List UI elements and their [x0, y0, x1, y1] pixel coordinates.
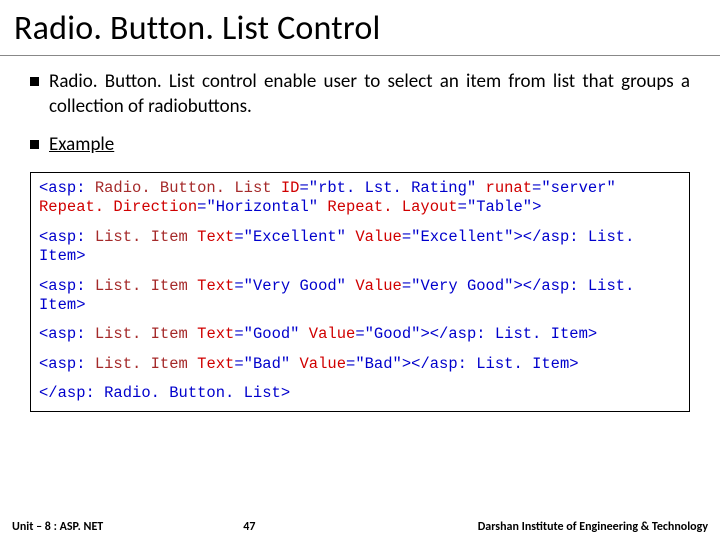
code-token: Text [197, 228, 234, 246]
bullet-square-icon [30, 77, 39, 86]
code-token: Value [355, 277, 402, 295]
code-token: Text [197, 325, 234, 343]
code-token: "Very Good" [411, 277, 513, 295]
code-token: List. Item [86, 325, 198, 343]
code-token: = [355, 325, 364, 343]
slide-footer: Unit – 8 : ASP. NET 47 Darshan Institute… [0, 514, 720, 540]
slide-body: Radio. Button. List control enable user … [0, 56, 720, 412]
code-token: List. Item [86, 355, 198, 373]
code-token: <asp: [39, 277, 86, 295]
footer-institute: Darshan Institute of Engineering & Techn… [478, 520, 708, 534]
footer-unit: Unit – 8 : ASP. NET [12, 520, 103, 534]
code-token: = [234, 355, 243, 373]
code-token: <asp: [39, 179, 86, 197]
code-token: "Bad" [355, 355, 402, 373]
code-token: <asp: [39, 355, 86, 373]
footer-unit-subject: ASP. NET [60, 520, 104, 534]
code-token: = [402, 228, 411, 246]
code-token: = [234, 277, 243, 295]
bullet-text-example: Example [49, 133, 114, 158]
code-token: "Very Good" [244, 277, 346, 295]
code-token: <asp: [39, 228, 86, 246]
code-token: ID [281, 179, 300, 197]
code-line-item: <asp: List. Item Text="Bad" Value="Bad">… [39, 355, 681, 374]
code-token: Text [197, 277, 234, 295]
code-token: "Horizontal" [206, 198, 318, 216]
footer-unit-prefix: Unit – 8 : [12, 520, 60, 534]
code-token: "rbt. Lst. Rating" [309, 179, 476, 197]
code-token: = [234, 228, 243, 246]
code-token: = [346, 355, 355, 373]
code-token: = [234, 325, 243, 343]
code-token: = [299, 179, 308, 197]
code-token: List. Item [86, 277, 198, 295]
slide-title: Radio. Button. List Control [0, 0, 720, 56]
code-line-close: </asp: Radio. Button. List> [39, 384, 681, 403]
code-token: Value [355, 228, 402, 246]
bullet-item: Radio. Button. List control enable user … [30, 70, 690, 119]
code-example-box: <asp: Radio. Button. List ID="rbt. Lst. … [30, 172, 690, 412]
code-token: > [532, 198, 541, 216]
code-line-open: <asp: Radio. Button. List ID="rbt. Lst. … [39, 179, 681, 218]
code-token: Value [309, 325, 356, 343]
code-token: Repeat. Direction [39, 198, 197, 216]
code-token: Value [300, 355, 347, 373]
code-token: Text [197, 355, 234, 373]
bullet-text: Radio. Button. List control enable user … [49, 70, 690, 119]
code-token: = [402, 277, 411, 295]
code-token: "Table" [467, 198, 532, 216]
code-token: = [532, 179, 541, 197]
footer-page-number: 47 [243, 520, 255, 534]
code-token: "server" [541, 179, 615, 197]
code-token: <asp: [39, 325, 86, 343]
code-line-item: <asp: List. Item Text="Good" Value="Good… [39, 325, 681, 344]
code-line-item: <asp: List. Item Text="Excellent" Value=… [39, 228, 681, 267]
code-token: ></asp: List. Item> [420, 325, 597, 343]
code-token: "Excellent" [411, 228, 513, 246]
bullet-item: Example [30, 133, 690, 158]
code-token: ></asp: List. Item> [402, 355, 579, 373]
code-token: "Excellent" [244, 228, 346, 246]
code-token: Radio. Button. List [86, 179, 281, 197]
code-token: Repeat. Layout [327, 198, 457, 216]
code-token: "Good" [365, 325, 421, 343]
code-token: "Bad" [244, 355, 291, 373]
code-line-item: <asp: List. Item Text="Very Good" Value=… [39, 277, 681, 316]
code-token: = [458, 198, 467, 216]
code-token: List. Item [86, 228, 198, 246]
code-token: "Good" [244, 325, 300, 343]
code-token: </asp: Radio. Button. List> [39, 384, 290, 402]
code-token: runat [486, 179, 533, 197]
bullet-square-icon [30, 140, 39, 149]
